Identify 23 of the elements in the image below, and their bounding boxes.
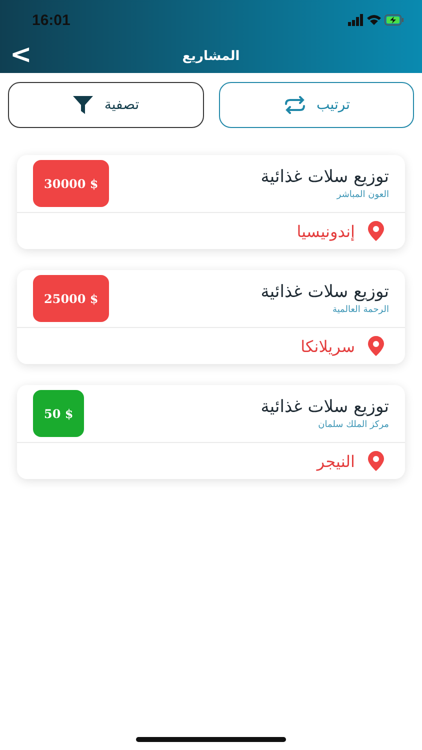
amount-badge: 30000 $	[33, 160, 110, 207]
status-icons	[348, 13, 404, 27]
project-title: توزيع سلات غذائية	[260, 397, 389, 417]
project-title: توزيع سلات غذائية	[260, 282, 389, 302]
amount-badge: 25000 $	[33, 275, 110, 322]
screen-title: المشاريع	[182, 49, 240, 64]
project-title: توزيع سلات غذائية	[260, 167, 389, 187]
status-time: 16:01	[32, 12, 70, 28]
country-name: سريلانكا	[300, 336, 355, 356]
organization-name: العون المباشر	[336, 190, 389, 200]
organization-name: مركز الملك سلمان	[318, 420, 389, 430]
repeat-icon	[282, 96, 306, 114]
sort-button[interactable]: ترتيب	[218, 82, 414, 128]
back-button[interactable]: <	[6, 40, 36, 70]
location-pin-icon	[367, 335, 385, 357]
organization-name: الرحمة العالمية	[332, 305, 389, 315]
filter-icon	[72, 95, 94, 115]
amount-badge: 50 $	[33, 390, 84, 437]
location-pin-icon	[367, 450, 385, 472]
filter-button[interactable]: تصفية	[8, 82, 204, 128]
location-pin-icon	[367, 220, 385, 242]
country-name: النيجر	[316, 452, 355, 470]
country-name: إندونيسيا	[296, 222, 355, 240]
